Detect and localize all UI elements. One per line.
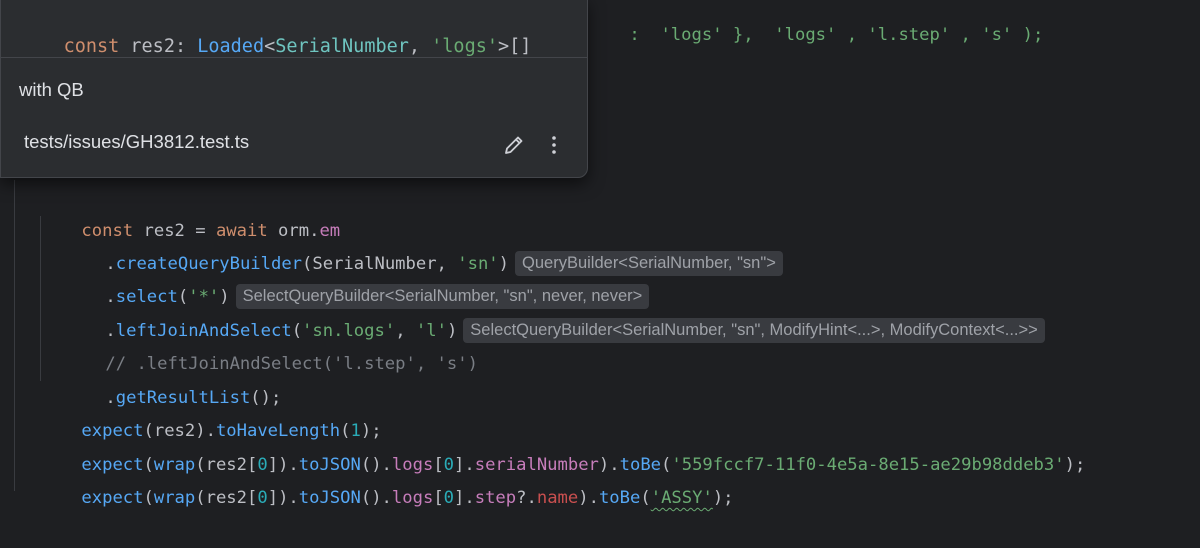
signature-gt: >[] — [497, 36, 532, 57]
token-number: 0 — [443, 488, 455, 508]
token-text: (). — [360, 488, 392, 508]
more-vertical-icon[interactable] — [547, 133, 561, 157]
source-file-link[interactable]: tests/issues/GH3812.test.ts — [24, 131, 249, 153]
token-text: ); — [712, 488, 734, 508]
code-line[interactable]: .createQueryBuilder(SerialNumber, 'sn') Q… — [64, 215, 783, 276]
token-method: toBe — [598, 488, 641, 508]
code-line[interactable]: expect(wrap(res2[0]).toJSON().logs[0].se… — [40, 416, 1085, 475]
signature-string: 'logs' — [431, 36, 498, 57]
token-text: [ — [433, 488, 444, 508]
token-text: ?. — [516, 488, 537, 508]
signature-class[interactable]: SerialNumber — [275, 36, 409, 57]
signature-name: res2 — [130, 36, 175, 57]
token-number: 0 — [257, 488, 268, 508]
token-text: ( — [143, 488, 154, 508]
token-field: step — [474, 488, 517, 508]
signature-lt: < — [264, 36, 276, 57]
signature-colon: : — [174, 36, 187, 57]
signature-comma: , — [408, 36, 432, 57]
code-fragment-text: : 'logs' }, 'logs' , 'l.step' , 's' ); — [629, 25, 1044, 45]
signature-type[interactable]: Loaded — [197, 36, 264, 57]
type-signature: const res2: Loaded<SerialNumber, 'logs'>… — [19, 15, 532, 78]
doc-text: with QB — [19, 79, 84, 100]
type-inlay-hint[interactable]: SelectQueryBuilder<SerialNumber, "sn", M… — [463, 317, 1045, 343]
code-line-comment[interactable]: // .leftJoinAndSelect('l.step', 's') — [64, 315, 478, 374]
token-function: expect — [81, 488, 144, 508]
token-text: ); — [1064, 455, 1086, 475]
token-string-typo: 'ASSY' — [650, 488, 713, 508]
token-function: wrap — [153, 488, 196, 508]
indent-guide — [14, 180, 15, 491]
token-method: toJSON — [298, 488, 361, 508]
code-line[interactable]: .leftJoinAndSelect('sn.logs', 'l') Select… — [64, 282, 1045, 343]
code-line[interactable]: .getResultList(); — [64, 349, 281, 408]
code-line-fragment: : 'logs' }, 'logs' , 'l.step' , 's' ); — [588, 0, 1043, 45]
popup-divider — [1, 57, 587, 58]
token-text: ]). — [267, 488, 299, 508]
code-line[interactable]: const res2 = await orm.em — [40, 182, 340, 241]
pencil-icon[interactable] — [503, 134, 525, 156]
token-text: ). — [578, 488, 599, 508]
code-line[interactable]: expect(res2).toHaveLength(1); — [40, 382, 381, 441]
token-text: ( — [640, 488, 651, 508]
code-line[interactable]: expect(wrap(res2[0]).toJSON().logs[0].st… — [40, 449, 733, 508]
token-text: ]. — [454, 488, 475, 508]
token-unresolved-property: name — [536, 488, 579, 508]
token-field: logs — [391, 488, 434, 508]
code-line[interactable]: .select('*') SelectQueryBuilder<SerialNum… — [64, 248, 650, 309]
token-text: (res2[ — [195, 488, 258, 508]
quick-doc-popup[interactable]: const res2: Loaded<SerialNumber, 'logs'>… — [0, 0, 588, 178]
signature-keyword: const — [63, 36, 120, 57]
